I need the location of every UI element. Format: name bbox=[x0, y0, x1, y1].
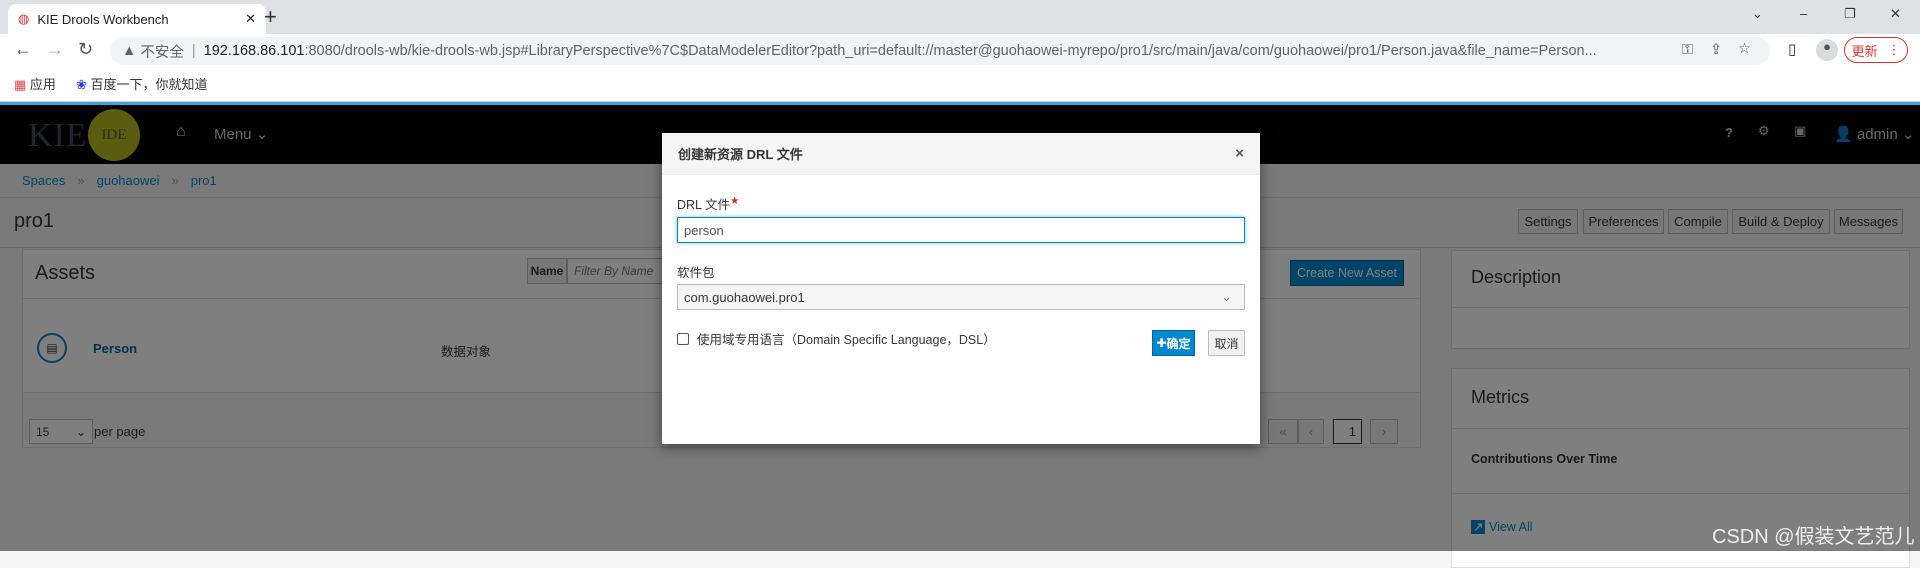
required-icon: ★ bbox=[730, 195, 740, 207]
dsl-label: 使用域专用语言（Domain Specific Language，DSL） bbox=[697, 333, 996, 347]
cancel-button[interactable]: 取消 bbox=[1208, 330, 1245, 356]
url-field[interactable]: ▲ 不安全 | 192.168.86.101 :8080/drools-wb/k… bbox=[110, 37, 1770, 65]
dialog-title: 创建新资源 DRL 文件 bbox=[678, 147, 803, 162]
favicon-icon: ◍ bbox=[18, 11, 30, 26]
dsl-option[interactable]: 使用域专用语言（Domain Specific Language，DSL） bbox=[677, 329, 996, 348]
baidu-paw-icon: ❀ bbox=[75, 77, 87, 92]
package-select[interactable]: com.guohaowei.pro1 ⌄ bbox=[677, 284, 1245, 310]
tab-search-icon[interactable]: ⌄ bbox=[1752, 6, 1763, 22]
new-drl-dialog: 创建新资源 DRL 文件 × DRL 文件★ person 软件包 com.gu… bbox=[662, 133, 1260, 444]
bookmark-star-icon[interactable]: ☆ bbox=[1738, 41, 1751, 57]
watermark: CSDN @假装文艺范儿 bbox=[1712, 526, 1915, 548]
drl-label-text: DRL 文件 bbox=[677, 198, 731, 212]
package-label: 软件包 bbox=[677, 266, 715, 280]
key-icon[interactable]: ⚿ bbox=[1682, 42, 1693, 58]
sidebar-icon[interactable]: ▯ bbox=[1788, 40, 1796, 58]
bookmark-baidu[interactable]: ❀ 百度一下，你就知道 bbox=[76, 74, 208, 93]
drl-file-label: DRL 文件★ bbox=[677, 194, 739, 213]
new-tab-button[interactable]: + bbox=[264, 4, 277, 30]
ok-button[interactable]: ✚ 确定 bbox=[1152, 330, 1195, 356]
close-tab-icon[interactable]: ✕ bbox=[245, 11, 256, 27]
update-label: 更新 bbox=[1851, 43, 1878, 59]
bookmarks-bar: ▦ 应用 ❀ 百度一下，你就知道 bbox=[0, 66, 1920, 102]
url-path: :8080/drools-wb/kie-drools-wb.jsp#Librar… bbox=[304, 43, 1597, 59]
warning-icon: ▲ bbox=[122, 43, 141, 59]
insecure-label: 不安全 bbox=[140, 44, 184, 61]
reload-icon[interactable]: ↻ bbox=[78, 39, 93, 60]
browser-tab[interactable]: ◍ KIE Drools Workbench ✕ bbox=[8, 4, 266, 34]
update-button[interactable]: 更新 ⋮ bbox=[1844, 37, 1908, 63]
close-window-icon[interactable]: ✕ bbox=[1890, 6, 1901, 22]
plus-icon: ✚ bbox=[1156, 336, 1167, 350]
drl-file-input[interactable]: person bbox=[677, 217, 1245, 243]
more-icon: ⋮ bbox=[1887, 42, 1901, 57]
close-icon[interactable]: × bbox=[1235, 145, 1244, 162]
ok-label: 确定 bbox=[1166, 336, 1191, 351]
forward-icon[interactable]: → bbox=[46, 39, 64, 60]
bookmark-apps[interactable]: ▦ 应用 bbox=[14, 74, 56, 93]
package-value: com.guohaowei.pro1 bbox=[684, 289, 805, 305]
bookmark-label: 应用 bbox=[29, 77, 56, 92]
dialog-header: 创建新资源 DRL 文件 × bbox=[662, 133, 1260, 175]
tab-title: KIE Drools Workbench bbox=[37, 11, 169, 27]
browser-tab-bar: ◍ KIE Drools Workbench ✕ + ⌄ – ❐ ✕ bbox=[0, 0, 1920, 34]
bookmark-label: 百度一下，你就知道 bbox=[90, 77, 208, 92]
profile-avatar[interactable]: ● bbox=[1816, 39, 1838, 61]
url-host: 192.168.86.101 bbox=[203, 43, 305, 59]
share-icon[interactable]: ⇪ bbox=[1710, 42, 1722, 58]
apps-grid-icon: ▦ bbox=[14, 77, 27, 92]
dsl-checkbox[interactable] bbox=[677, 332, 689, 345]
back-icon[interactable]: ← bbox=[14, 39, 32, 60]
minimize-icon[interactable]: – bbox=[1800, 6, 1807, 21]
chevron-down-icon: ⌄ bbox=[1221, 289, 1232, 304]
restore-icon[interactable]: ❐ bbox=[1844, 6, 1856, 22]
